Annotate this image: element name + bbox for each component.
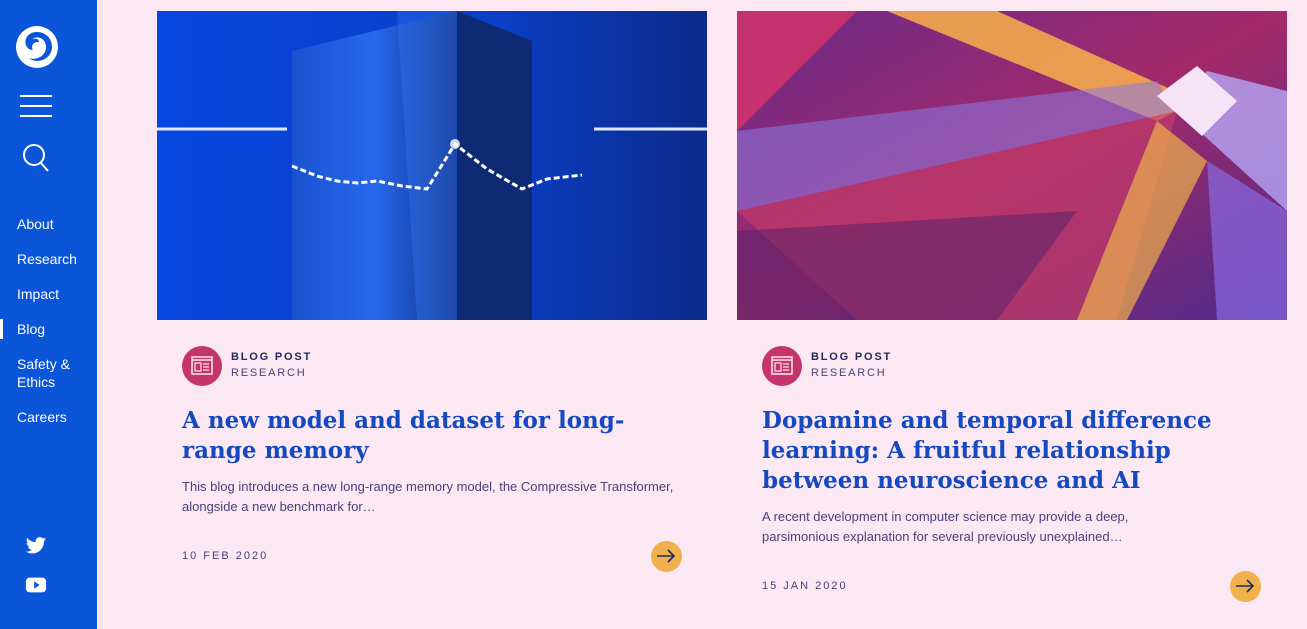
post-category-label: RESEARCH bbox=[811, 367, 887, 379]
main-nav: About Research Impact Blog Safety & Ethi… bbox=[0, 208, 97, 436]
card-image[interactable] bbox=[737, 11, 1287, 320]
twitter-icon[interactable] bbox=[25, 536, 47, 556]
post-title[interactable]: A new model and dataset for long-range m… bbox=[182, 406, 682, 466]
nav-item-careers[interactable]: Careers bbox=[0, 401, 97, 433]
youtube-icon[interactable] bbox=[25, 575, 47, 595]
card-image[interactable] bbox=[157, 11, 707, 320]
post-excerpt: This blog introduces a new long-range me… bbox=[182, 479, 674, 514]
menu-icon[interactable] bbox=[20, 95, 52, 117]
blog-post-icon bbox=[762, 346, 802, 386]
post-date: 15 JAN 2020 bbox=[762, 580, 848, 592]
post-type-label: BLOG POST bbox=[231, 351, 312, 363]
blog-post-icon bbox=[182, 346, 222, 386]
search-icon[interactable] bbox=[22, 143, 50, 173]
read-more-arrow-icon[interactable] bbox=[651, 541, 682, 572]
read-more-arrow-icon[interactable] bbox=[1230, 571, 1261, 602]
nav-item-research[interactable]: Research bbox=[0, 243, 97, 275]
nav-item-impact[interactable]: Impact bbox=[0, 278, 97, 310]
post-type-label: BLOG POST bbox=[811, 351, 892, 363]
deepmind-logo-icon[interactable] bbox=[15, 25, 59, 69]
nav-item-safety-ethics[interactable]: Safety & Ethics bbox=[0, 348, 80, 398]
post-title[interactable]: Dopamine and temporal difference learnin… bbox=[762, 406, 1242, 496]
post-excerpt: A recent development in computer science… bbox=[762, 509, 1129, 544]
nav-item-blog[interactable]: Blog bbox=[0, 313, 97, 345]
nav-item-about[interactable]: About bbox=[0, 208, 97, 240]
post-date: 10 FEB 2020 bbox=[182, 550, 269, 562]
post-category-label: RESEARCH bbox=[231, 367, 307, 379]
sidebar: About Research Impact Blog Safety & Ethi… bbox=[0, 0, 97, 629]
